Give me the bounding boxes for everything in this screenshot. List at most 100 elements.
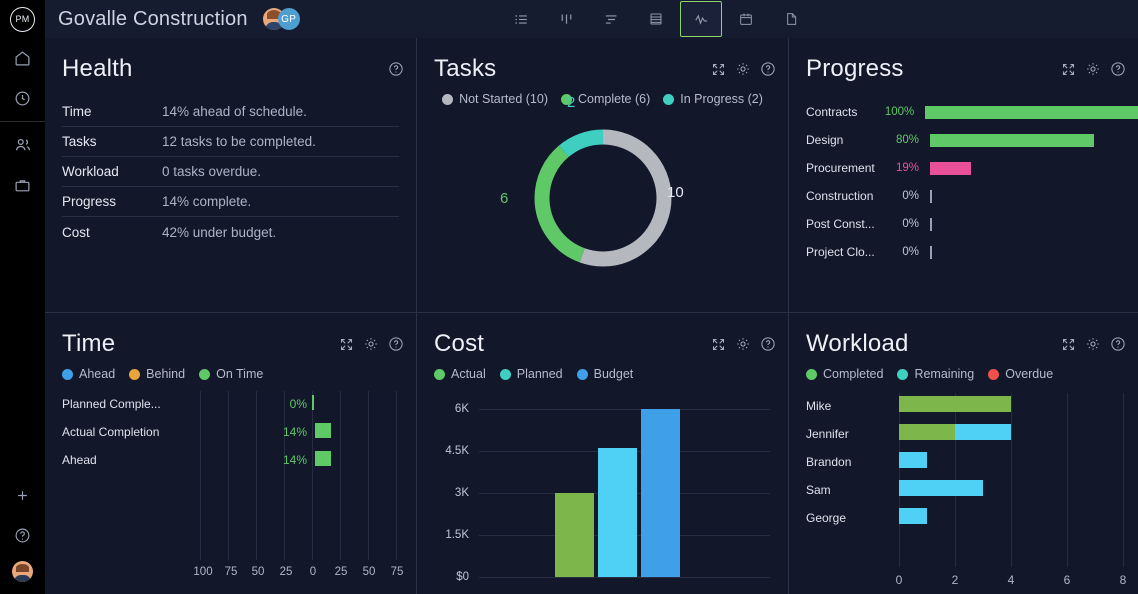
cost-header: Cost — [417, 327, 788, 361]
donut-label-complete: 6 — [500, 190, 509, 207]
legend-swatch — [897, 368, 909, 380]
time-label: Planned Comple... — [62, 397, 161, 411]
workload-header: Workload — [789, 327, 1138, 361]
gear-icon[interactable] — [1085, 61, 1101, 77]
health-rows: Time 14% ahead of schedule. Tasks 12 tas… — [62, 97, 399, 247]
legend-swatch — [62, 368, 73, 380]
gear-icon[interactable] — [363, 336, 379, 352]
workload-legend: Completed Remaining Overdue — [789, 361, 1138, 381]
legend-item: Overdue — [988, 367, 1053, 381]
health-row: Workload 0 tasks overdue. — [62, 157, 399, 187]
help-icon[interactable] — [388, 336, 404, 352]
rail-divider — [0, 121, 45, 122]
legend-label: Not Started (10) — [459, 92, 548, 106]
legend-item: Ahead — [62, 367, 115, 381]
workload-label: Sam — [806, 483, 831, 497]
legend-label: Complete (6) — [578, 92, 651, 106]
rail-item-people[interactable] — [0, 125, 45, 165]
expand-icon[interactable] — [1061, 337, 1076, 352]
tab-pages[interactable] — [770, 1, 812, 37]
cost-tools — [711, 336, 776, 352]
health-label: Time — [62, 104, 92, 119]
help-icon[interactable] — [760, 336, 776, 352]
expand-icon[interactable] — [1061, 62, 1076, 77]
people-icon — [15, 138, 30, 151]
tasks-title: Tasks — [434, 55, 497, 82]
time-bar — [315, 451, 331, 466]
rail-item-help[interactable] — [0, 515, 45, 555]
rail-item-home[interactable] — [0, 38, 45, 78]
legend-item: Not Started (10) — [442, 92, 548, 106]
rail-item-recent[interactable] — [0, 78, 45, 118]
rail-item-portfolio[interactable] — [0, 165, 45, 205]
panel-progress: Progress Contracts 100% Design 80% Procu… — [789, 38, 1138, 313]
panel-cost: Cost Actual Planned Budget $0 1.5K 3K 4.… — [417, 313, 789, 594]
health-value: 0 tasks overdue. — [162, 164, 262, 179]
axis-tick: 0 — [895, 573, 903, 587]
tab-sheet[interactable] — [635, 1, 677, 37]
tab-calendar[interactable] — [725, 1, 767, 37]
progress-label: Contracts — [806, 105, 858, 119]
dashboard-grid: Health Time 14% ahead of schedule. Tasks… — [45, 38, 1138, 594]
progress-value: 19% — [895, 162, 919, 174]
legend-swatch — [806, 368, 817, 380]
app-logo[interactable]: PM — [0, 0, 45, 38]
expand-icon[interactable] — [711, 62, 726, 77]
calendar-view-icon — [740, 13, 752, 25]
cost-bar-budget — [641, 409, 680, 577]
workload-row: Brandon — [789, 449, 1138, 477]
panel-health: Health Time 14% ahead of schedule. Tasks… — [45, 38, 417, 313]
progress-bar — [925, 105, 1138, 119]
time-row: Planned Comple... 0% — [45, 391, 416, 419]
tasks-tools — [711, 61, 776, 77]
legend-item: Budget — [576, 367, 633, 381]
gantt-view-icon — [605, 14, 616, 24]
time-legend: Ahead Behind On Time — [45, 361, 416, 381]
expand-icon[interactable] — [339, 337, 354, 352]
expand-icon[interactable] — [711, 337, 726, 352]
axis-tick: 50 — [251, 566, 265, 578]
tab-gantt[interactable] — [590, 1, 632, 37]
left-rail: PM — [0, 0, 45, 594]
legend-swatch — [434, 368, 445, 380]
axis-tick: 6 — [1063, 573, 1071, 587]
cost-legend: Actual Planned Budget — [417, 361, 788, 381]
health-label: Workload — [62, 164, 119, 179]
workload-label: Mike — [806, 399, 832, 413]
workload-seg-completed — [899, 396, 1011, 412]
tab-list[interactable] — [500, 1, 542, 37]
help-icon[interactable] — [1110, 61, 1126, 77]
panel-time: Time Ahead Behind On Time Planned Comple… — [45, 313, 417, 594]
top-bar: Govalle Construction GP — [45, 0, 1138, 38]
time-label: Actual Completion — [62, 425, 160, 439]
help-circle-icon — [15, 528, 30, 542]
donut-label-in-progress: 2 — [567, 94, 576, 111]
progress-value: 0% — [902, 218, 919, 230]
progress-row: Project Clo... 0% — [806, 238, 1138, 266]
help-icon[interactable] — [1110, 336, 1126, 352]
member-avatar-gp[interactable]: GP — [277, 8, 300, 30]
workload-row: Mike — [789, 393, 1138, 421]
legend-swatch — [129, 368, 141, 380]
gear-icon[interactable] — [735, 336, 751, 352]
tab-dashboard[interactable] — [680, 1, 722, 37]
help-icon[interactable] — [760, 61, 776, 77]
help-icon[interactable] — [388, 61, 404, 77]
donut-svg — [534, 129, 672, 267]
legend-label: Overdue — [1005, 367, 1054, 381]
legend-label: Actual — [451, 367, 486, 381]
health-value: 42% under budget. — [162, 224, 277, 240]
home-icon — [15, 50, 30, 65]
gear-icon[interactable] — [1085, 336, 1101, 352]
tab-board[interactable] — [545, 1, 587, 37]
workload-label: Jennifer — [806, 427, 849, 441]
rail-item-add[interactable] — [0, 475, 45, 515]
progress-label: Procurement — [806, 161, 875, 175]
workload-row: George — [789, 505, 1138, 533]
workload-seg-remaining — [899, 508, 927, 524]
health-label: Tasks — [62, 134, 97, 149]
clock-icon — [15, 91, 30, 105]
gear-icon[interactable] — [735, 61, 751, 77]
user-avatar[interactable] — [12, 561, 33, 582]
progress-label: Design — [806, 133, 844, 147]
